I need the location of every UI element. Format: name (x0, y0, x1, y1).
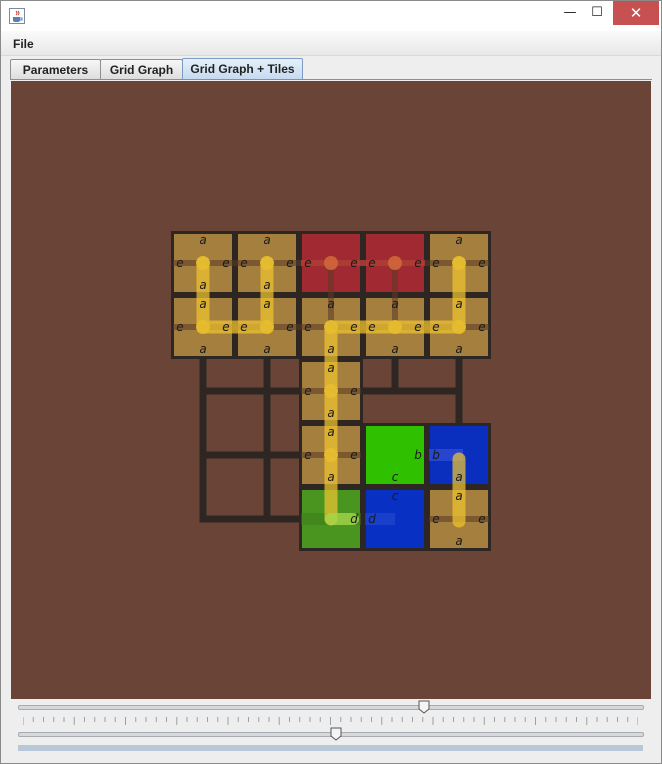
tile-label-left: e (304, 448, 311, 462)
top-slider-thumb[interactable] (418, 700, 430, 714)
tile-label-top: a (199, 233, 206, 247)
tile-label-left: e (432, 320, 439, 334)
graph-node (324, 448, 338, 462)
tile-label-left: e (304, 384, 311, 398)
tile-label-left: e (304, 320, 311, 334)
graph-node-red (388, 256, 402, 270)
tile-label-right: e (350, 448, 357, 462)
tile-label-top: a (327, 425, 334, 439)
tile-label-right: e (478, 512, 485, 526)
graph-node (324, 384, 338, 398)
tile-label-left: b (432, 448, 440, 462)
graph-node (388, 320, 402, 334)
tile-label-bottom: a (199, 278, 206, 292)
tab-strip: Parameters Grid Graph Grid Graph + Tiles (1, 57, 661, 81)
top-slider-track[interactable] (18, 705, 644, 710)
tile-label-bottom: a (263, 342, 270, 356)
tile-label-right: e (414, 320, 421, 334)
tile-label-right: e (222, 256, 229, 270)
tile-label-bottom: a (391, 342, 398, 356)
tile-label-bottom: a (199, 342, 206, 356)
tile-label-top: a (327, 297, 334, 311)
tile-label-right: e (286, 320, 293, 334)
tile-label-right: d (350, 512, 358, 526)
tile-label-left: e (368, 256, 375, 270)
graph-node (260, 320, 274, 334)
progress-strip (18, 745, 643, 751)
tile-label-bottom: a (455, 342, 462, 356)
graph-node (196, 256, 210, 270)
tile-label-left: e (240, 320, 247, 334)
slider-panel (11, 699, 651, 759)
tile-board: ae eaae eae e e eae eae eaae eaae eaae eaae eaae eaa… (171, 231, 491, 551)
tile-label-top: a (263, 233, 270, 247)
tab-grid-graph[interactable]: Grid Graph (100, 59, 183, 80)
tile-label-right: e (286, 256, 293, 270)
close-button[interactable]: ✕ (613, 1, 659, 25)
tile-label-left: e (432, 512, 439, 526)
tile-label-top: a (391, 297, 398, 311)
graph-node (324, 320, 338, 334)
graph-node-red (324, 256, 338, 270)
maximize-button[interactable]: ☐ (581, 1, 613, 25)
tile-label-top: c (392, 489, 399, 503)
tile-label-right: e (350, 256, 357, 270)
tile-label-top: a (455, 233, 462, 247)
java-cup-icon (9, 8, 25, 24)
tile-label-bottom: a (455, 470, 462, 484)
tile-label-bottom: a (327, 406, 334, 420)
graph-node (196, 320, 210, 334)
tile-label-top: a (199, 297, 206, 311)
tile-label-top: a (455, 297, 462, 311)
tile-label-bottom: a (327, 470, 334, 484)
tile-label-left: e (176, 320, 183, 334)
tile-label-top: a (455, 489, 462, 503)
graph-node (452, 320, 466, 334)
graph-node (452, 256, 466, 270)
tile-label-left: e (304, 256, 311, 270)
tile-label-right: e (222, 320, 229, 334)
tile-label-bottom: a (455, 534, 462, 548)
menu-bar: File (1, 31, 661, 56)
tile-canvas[interactable]: aeeaaeeaeeeeaeeaeeaaeeaaeeaaeeaaeeaaeeaa… (11, 81, 651, 699)
tile-label-top: a (263, 297, 270, 311)
slider-ticks (23, 717, 638, 725)
graph-node (260, 256, 274, 270)
tile-label-bottom: a (327, 342, 334, 356)
tile-label-top: a (327, 361, 334, 375)
menu-file[interactable]: File (13, 37, 34, 51)
tile-label-bottom: a (263, 278, 270, 292)
tile-label-right: e (478, 256, 485, 270)
tile-label-right: e (350, 320, 357, 334)
tab-parameters[interactable]: Parameters (10, 59, 101, 80)
tile-label-right: e (478, 320, 485, 334)
tab-border (10, 79, 652, 80)
tile-label-left: e (240, 256, 247, 270)
bottom-slider-thumb[interactable] (330, 727, 342, 741)
tab-grid-graph-tiles[interactable]: Grid Graph + Tiles (182, 58, 303, 80)
tile-label-left: e (432, 256, 439, 270)
title-bar[interactable]: — ☐ ✕ (1, 1, 661, 31)
tile-label-left: d (368, 512, 376, 526)
tile-label-left: e (176, 256, 183, 270)
tile-label-left: e (368, 320, 375, 334)
tile-label-right: b (414, 448, 422, 462)
tile-label-right: e (414, 256, 421, 270)
tile-label-right: e (350, 384, 357, 398)
app-window: — ☐ ✕ File Parameters Grid Graph Grid Gr… (0, 0, 662, 764)
tile-label-bottom: c (392, 470, 399, 484)
